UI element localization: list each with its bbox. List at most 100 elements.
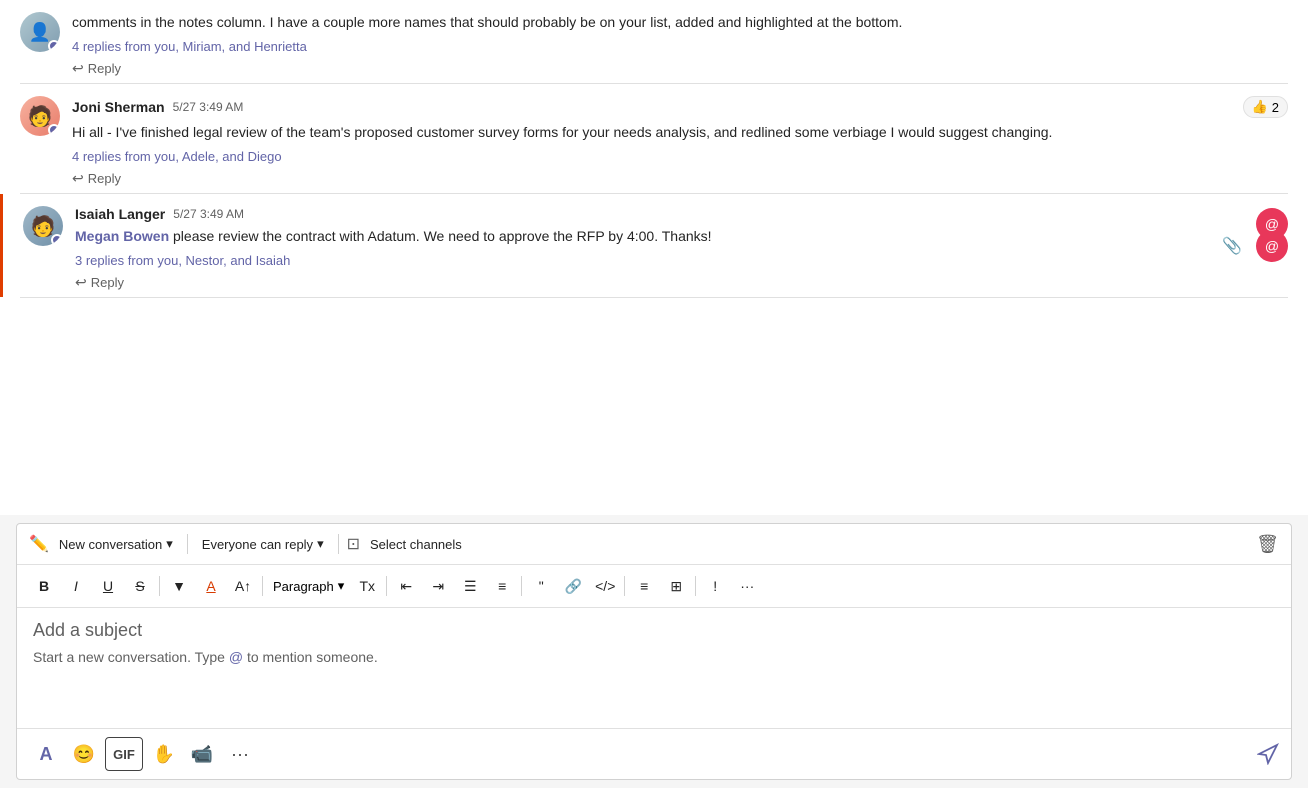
- select-channels-label: Select channels: [370, 537, 462, 552]
- clear-format-button[interactable]: Tx: [352, 571, 382, 601]
- message-block-joni: 🧑 Joni Sherman 5/27 3:49 AM 👍 2 Hi all -…: [0, 84, 1308, 193]
- format-text-button[interactable]: A: [29, 737, 63, 771]
- reply-label-1: Reply: [88, 61, 121, 76]
- fmt-sep-2: [262, 576, 263, 596]
- numbered-list-button[interactable]: ≡: [487, 571, 517, 601]
- italic-button[interactable]: I: [61, 571, 91, 601]
- timestamp-isaiah: 5/27 3:49 AM: [173, 207, 244, 221]
- align-button[interactable]: ≡: [629, 571, 659, 601]
- reaction-joni[interactable]: 👍 2: [1243, 96, 1288, 118]
- top-action-icon-isaiah: @: [1256, 208, 1288, 240]
- more-format-button[interactable]: ···: [732, 571, 762, 601]
- quote-button[interactable]: ": [526, 571, 556, 601]
- paragraph-label: Paragraph: [273, 579, 334, 594]
- compose-sep-1: [187, 534, 188, 554]
- paragraph-select[interactable]: Paragraph ▾: [267, 574, 350, 598]
- mention-link: @: [229, 649, 243, 665]
- fmt-sep-6: [695, 576, 696, 596]
- replies-link-isaiah[interactable]: 3 replies from you, Nestor, and Isaiah: [75, 253, 1288, 268]
- fmt-sep-4: [521, 576, 522, 596]
- reply-arrow-joni-icon: ↩: [72, 170, 84, 187]
- placeholder-text-end: to mention someone.: [243, 649, 378, 665]
- important-button[interactable]: !: [700, 571, 730, 601]
- fmt-sep-3: [386, 576, 387, 596]
- decrease-indent-button[interactable]: ⇤: [391, 571, 421, 601]
- compose-area: ✏️ New conversation ▾ Everyone can reply…: [16, 523, 1292, 780]
- message-content-partial: comments in the notes column. I have a c…: [72, 12, 1288, 79]
- avatar-status-icon: [48, 40, 60, 52]
- timestamp-joni: 5/27 3:49 AM: [173, 100, 244, 114]
- compose-bottom-bar: A 😊 GIF ✋ 📹 ···: [17, 728, 1291, 779]
- table-button[interactable]: ⊞: [661, 571, 691, 601]
- bold-button[interactable]: B: [29, 571, 59, 601]
- replies-link-1[interactable]: 4 replies from you, Miriam, and Henriett…: [72, 39, 1288, 54]
- avatar-isaiah: 🧑: [23, 206, 63, 246]
- fmt-sep-5: [624, 576, 625, 596]
- new-conversation-label: New conversation: [59, 537, 162, 552]
- emoji-button[interactable]: 😊: [67, 737, 101, 771]
- chat-area: 👤 comments in the notes column. I have a…: [0, 0, 1308, 515]
- reply-label-joni: Reply: [88, 171, 121, 186]
- everyone-chevron-icon: ▾: [317, 536, 324, 552]
- compose-toolbar-top: ✏️ New conversation ▾ Everyone can reply…: [17, 524, 1291, 565]
- everyone-can-reply-label: Everyone can reply: [202, 537, 313, 552]
- avatar-partial: 👤: [20, 12, 60, 52]
- more-options-button[interactable]: ···: [223, 737, 257, 771]
- bullet-list-button[interactable]: ☰: [455, 571, 485, 601]
- message-block-isaiah: 🧑 Isaiah Langer 5/27 3:49 AM 📎 @ Megan B…: [0, 194, 1308, 297]
- compose-body[interactable]: Add a subject Start a new conversation. …: [17, 608, 1291, 728]
- divider-3: [20, 297, 1288, 298]
- gif-button[interactable]: GIF: [105, 737, 143, 771]
- reply-arrow-icon: ↩: [72, 60, 84, 77]
- compose-subject-placeholder[interactable]: Add a subject: [33, 620, 1275, 641]
- avatar-status-isaiah: [51, 234, 63, 246]
- reply-button-joni[interactable]: ↩ Reply: [72, 168, 121, 189]
- fmt-sep-1: [159, 576, 160, 596]
- partial-message-text: comments in the notes column. I have a c…: [72, 12, 1288, 33]
- edit-icon: ✏️: [29, 534, 49, 554]
- new-conversation-button[interactable]: New conversation ▾: [53, 532, 179, 556]
- attachment-icon[interactable]: 📎: [1216, 230, 1248, 262]
- replies-link-joni[interactable]: 4 replies from you, Adele, and Diego: [72, 149, 1288, 164]
- message-text-isaiah: Megan Bowen please review the contract w…: [75, 226, 1288, 247]
- message-content-joni: Joni Sherman 5/27 3:49 AM 👍 2 Hi all - I…: [72, 96, 1288, 189]
- compose-body-placeholder[interactable]: Start a new conversation. Type @ to ment…: [33, 649, 1275, 665]
- message-header-isaiah: Isaiah Langer 5/27 3:49 AM 📎 @: [75, 206, 1288, 222]
- placeholder-text-start: Start a new conversation. Type: [33, 649, 229, 665]
- strikethrough-button[interactable]: S: [125, 571, 155, 601]
- reaction-emoji-joni: 👍: [1252, 99, 1268, 115]
- avatar-joni: 🧑: [20, 96, 60, 136]
- at-icon-top[interactable]: @: [1256, 208, 1288, 240]
- sender-name-isaiah: Isaiah Langer: [75, 206, 165, 222]
- hand-raise-button[interactable]: ✋: [147, 737, 181, 771]
- reply-label-isaiah: Reply: [91, 275, 124, 290]
- message-text-joni: Hi all - I've finished legal review of t…: [72, 122, 1288, 143]
- paragraph-chevron-icon: ▾: [338, 578, 345, 594]
- highlight-button[interactable]: ▼: [164, 571, 194, 601]
- channels-icon: ⊡: [347, 534, 360, 554]
- reply-button-isaiah[interactable]: ↩ Reply: [75, 272, 124, 293]
- video-button[interactable]: 📹: [185, 737, 219, 771]
- trash-icon[interactable]: 🗑: [1256, 534, 1279, 555]
- reply-arrow-isaiah-icon: ↩: [75, 274, 87, 291]
- underline-button[interactable]: U: [93, 571, 123, 601]
- select-channels-button[interactable]: Select channels: [364, 533, 468, 556]
- reply-button-1[interactable]: ↩ Reply: [72, 58, 121, 79]
- message-body-isaiah: please review the contract with Adatum. …: [169, 228, 711, 244]
- message-content-isaiah: Isaiah Langer 5/27 3:49 AM 📎 @ Megan Bow…: [75, 206, 1288, 293]
- avatar-status-joni: [48, 124, 60, 136]
- link-button[interactable]: 🔗: [558, 571, 588, 601]
- compose-toolbar-format: B I U S ▼ A A↑ Paragraph ▾ Tx ⇤ ⇥ ☰ ≡ " …: [17, 565, 1291, 608]
- send-button[interactable]: [1257, 743, 1279, 765]
- everyone-can-reply-button[interactable]: Everyone can reply ▾: [196, 532, 330, 556]
- sender-name-joni: Joni Sherman: [72, 99, 165, 115]
- message-block-partial: 👤 comments in the notes column. I have a…: [0, 0, 1308, 83]
- message-header-joni: Joni Sherman 5/27 3:49 AM 👍 2: [72, 96, 1288, 118]
- code-button[interactable]: </>: [590, 571, 620, 601]
- mention-text: Megan Bowen: [75, 228, 169, 244]
- font-size-button[interactable]: A↑: [228, 571, 258, 601]
- reaction-count-joni: 2: [1272, 100, 1279, 115]
- font-color-button[interactable]: A: [196, 571, 226, 601]
- new-conversation-chevron-icon: ▾: [166, 536, 173, 552]
- increase-indent-button[interactable]: ⇥: [423, 571, 453, 601]
